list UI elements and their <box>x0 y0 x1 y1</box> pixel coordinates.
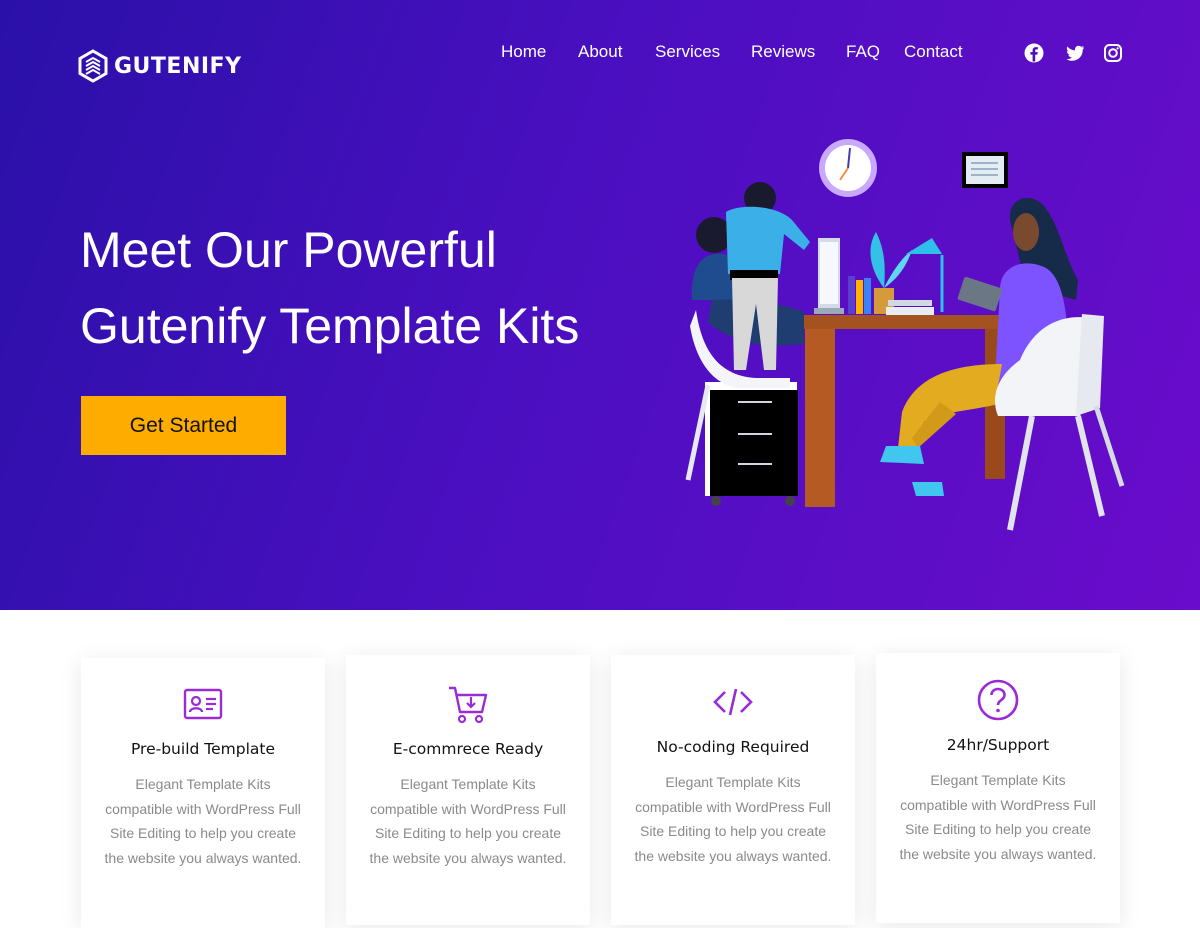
nav-about[interactable]: About <box>578 42 622 62</box>
hero-title: Meet Our Powerful Gutenify Template Kits <box>80 212 640 364</box>
hero-title-line-1: Meet Our Powerful <box>80 222 497 278</box>
feature-card: E-commrece Ready Elegant Template Kits c… <box>346 655 590 925</box>
nav-home[interactable]: Home <box>501 42 546 62</box>
nav-services[interactable]: Services <box>655 42 720 62</box>
feature-card: 24hr/Support Elegant Template Kits compa… <box>876 653 1120 923</box>
nav-faq[interactable]: FAQ <box>846 42 880 62</box>
question-icon <box>977 679 1019 721</box>
features-section: Pre-build Template Elegant Template Kits… <box>0 610 1200 928</box>
feature-card: No-coding Required Elegant Template Kits… <box>611 655 855 925</box>
cart-icon <box>449 686 488 724</box>
instagram-icon[interactable] <box>1102 42 1124 64</box>
feature-title: Pre-build Template <box>130 740 275 758</box>
id-card-icon <box>183 688 223 720</box>
feature-description: Elegant Template Kits compatible with Wo… <box>899 772 1097 862</box>
get-started-button[interactable]: Get Started <box>81 396 286 455</box>
feature-description: Elegant Template Kits compatible with Wo… <box>369 776 567 866</box>
nav-reviews[interactable]: Reviews <box>751 42 815 62</box>
hero-title-line-2: Gutenify Template Kits <box>80 298 580 354</box>
facebook-icon[interactable] <box>1023 42 1045 64</box>
feature-description: Elegant Template Kits compatible with Wo… <box>104 776 302 866</box>
office-teamwork-illustration <box>685 139 1125 531</box>
main-nav: Home About Services Reviews FAQ Contact <box>0 42 1200 64</box>
nav-contact[interactable]: Contact <box>904 42 963 62</box>
twitter-icon[interactable] <box>1064 42 1086 64</box>
feature-title: E-commrece Ready <box>392 740 544 758</box>
feature-card: Pre-build Template Elegant Template Kits… <box>81 658 325 928</box>
hero-section: GUTENIFY Home About Services Reviews FAQ… <box>0 0 1200 610</box>
feature-title: No-coding Required <box>656 738 810 756</box>
feature-description: Elegant Template Kits compatible with Wo… <box>634 774 832 864</box>
feature-title: 24hr/Support <box>946 736 1050 754</box>
code-icon <box>713 688 753 716</box>
